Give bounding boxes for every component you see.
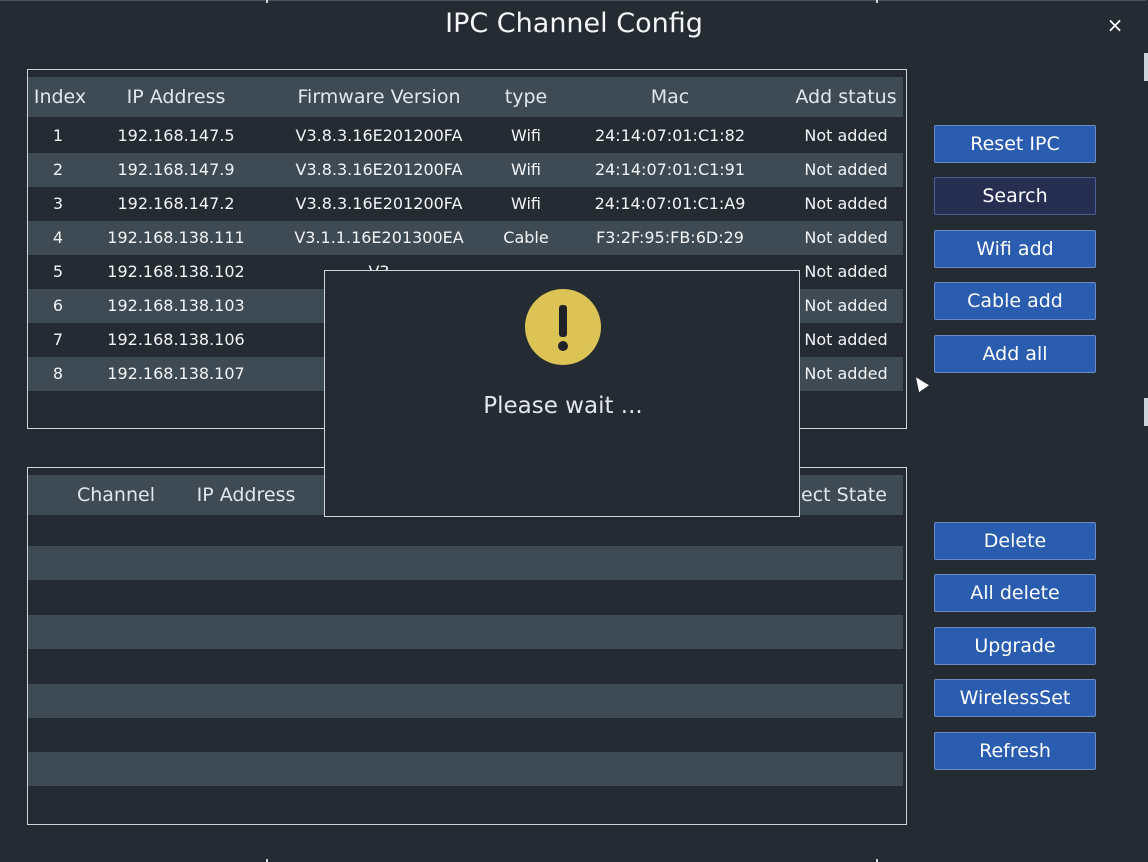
row-ip: 192.168.138.103	[107, 296, 245, 315]
table-row[interactable]	[28, 752, 903, 786]
column-header-index: Index	[33, 86, 87, 108]
row-ip: 192.168.138.106	[107, 330, 245, 349]
row-add-status: Not added	[804, 160, 888, 179]
row-ip: 192.168.147.9	[117, 160, 235, 179]
frame-tick	[266, 0, 268, 3]
wifi-add-button[interactable]: Wifi add	[934, 230, 1096, 268]
frame-tick	[1144, 53, 1148, 81]
add-all-button[interactable]: Add all	[934, 335, 1096, 373]
row-firmware: V3.8.3.16E201200FA	[295, 194, 463, 213]
reset-ipc-button[interactable]: Reset IPC	[934, 125, 1096, 163]
row-index: 8	[52, 364, 64, 383]
row-ip: 192.168.138.107	[107, 364, 245, 383]
upgrade-button[interactable]: Upgrade	[934, 627, 1096, 665]
row-index: 4	[52, 228, 64, 247]
wireless-set-button[interactable]: WirelessSet	[934, 679, 1096, 717]
row-firmware: V3.8.3.16E201200FA	[295, 126, 463, 145]
column-header-ip: IP Address	[126, 86, 226, 108]
close-icon[interactable]: ×	[1104, 14, 1126, 36]
row-mac: 24:14:07:01:C1:A9	[594, 194, 746, 213]
row-index: 2	[52, 160, 64, 179]
please-wait-dialog: Please wait ...	[324, 270, 800, 517]
column-header-firmware: Firmware Version	[297, 86, 461, 108]
row-type: Wifi	[511, 160, 541, 179]
device-table-header: Index IP Address Firmware Version type M…	[28, 77, 903, 117]
column-header-type: type	[504, 86, 548, 108]
refresh-button[interactable]: Refresh	[934, 732, 1096, 770]
column-header-add-status: Add status	[795, 86, 897, 108]
row-add-status: Not added	[804, 296, 888, 315]
frame-tick	[1144, 398, 1148, 426]
wait-message: Please wait ...	[483, 393, 643, 419]
row-ip: 192.168.138.111	[107, 228, 245, 247]
warning-icon	[525, 289, 601, 365]
row-ip: 192.168.147.2	[117, 194, 235, 213]
row-firmware: V3.1.1.16E201300EA	[294, 228, 464, 247]
row-type: Cable	[503, 228, 549, 247]
channel-table: Channel IP Address ect State	[27, 467, 907, 825]
table-row[interactable]: 3 192.168.147.2 V3.8.3.16E201200FA Wifi …	[28, 187, 903, 221]
frame-tick	[876, 0, 878, 3]
table-row[interactable]: 2 192.168.147.9 V3.8.3.16E201200FA Wifi …	[28, 153, 903, 187]
warning-icon-bar	[559, 305, 567, 337]
row-index: 7	[52, 330, 64, 349]
row-type: Wifi	[511, 126, 541, 145]
row-mac: F3:2F:95:FB:6D:29	[596, 228, 744, 247]
cable-add-button[interactable]: Cable add	[934, 282, 1096, 320]
column-header-channel: Channel	[76, 484, 155, 506]
table-row[interactable]	[28, 615, 903, 649]
column-header-mac: Mac	[650, 86, 690, 108]
warning-icon-dot	[558, 341, 568, 351]
row-add-status: Not added	[804, 194, 888, 213]
table-row[interactable]	[28, 546, 903, 580]
window-title: IPC Channel Config	[445, 8, 703, 39]
row-add-status: Not added	[804, 330, 888, 349]
table-row[interactable]: 4 192.168.138.111 V3.1.1.16E201300EA Cab…	[28, 221, 903, 255]
row-mac: 24:14:07:01:C1:82	[594, 126, 746, 145]
row-ip: 192.168.138.102	[107, 262, 245, 281]
all-delete-button[interactable]: All delete	[934, 574, 1096, 612]
search-button[interactable]: Search	[934, 177, 1096, 215]
row-add-status: Not added	[804, 262, 888, 281]
row-index: 6	[52, 296, 64, 315]
row-index: 1	[52, 126, 64, 145]
row-index: 3	[52, 194, 64, 213]
row-type: Wifi	[511, 194, 541, 213]
table-row[interactable]: 1 192.168.147.5 V3.8.3.16E201200FA Wifi …	[28, 119, 903, 153]
row-ip: 192.168.147.5	[117, 126, 235, 145]
table-row[interactable]	[28, 684, 903, 718]
row-firmware: V3.8.3.16E201200FA	[295, 160, 463, 179]
row-index: 5	[52, 262, 64, 281]
column-header-connect-state: ect State	[801, 484, 887, 506]
row-add-status: Not added	[804, 228, 888, 247]
row-mac: 24:14:07:01:C1:91	[594, 160, 746, 179]
row-add-status: Not added	[804, 126, 888, 145]
delete-button[interactable]: Delete	[934, 522, 1096, 560]
row-add-status: Not added	[804, 364, 888, 383]
column-header-ip: IP Address	[196, 484, 296, 506]
